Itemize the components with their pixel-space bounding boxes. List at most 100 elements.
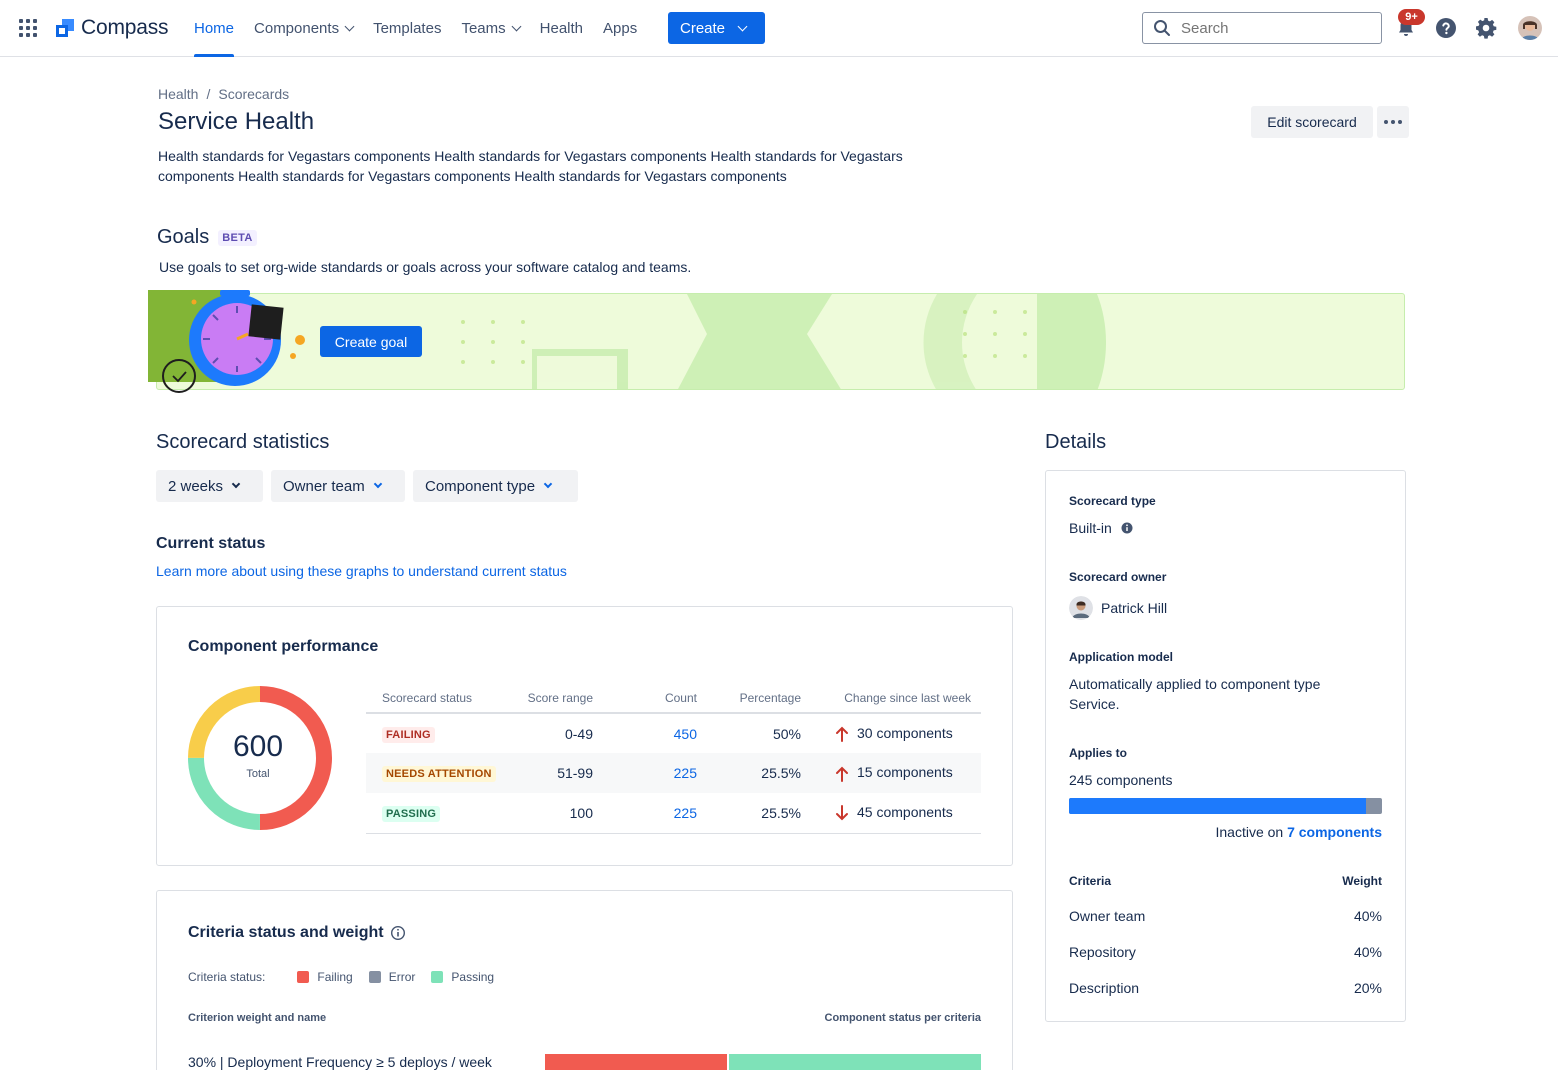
goals-heading: Goals BETA — [157, 226, 257, 249]
scorecard-owner-value[interactable]: Patrick Hill — [1069, 596, 1167, 620]
weight-column-header: Weight — [1342, 874, 1382, 888]
more-icon — [1384, 120, 1388, 124]
nav-components[interactable]: Components — [244, 0, 363, 57]
criteria-name: Description — [1069, 980, 1140, 996]
column-header[interactable]: Score range — [502, 684, 593, 714]
nav-templates-label: Templates — [373, 20, 442, 37]
count-link[interactable]: 450 — [674, 726, 697, 742]
criterion-weight-header: Criterion weight and name — [188, 1012, 327, 1024]
page-title: Service Health — [158, 108, 315, 135]
stopwatch-illustration — [148, 290, 305, 393]
legend-item-failing: Failing — [297, 970, 353, 984]
nav-apps-label: Apps — [603, 20, 638, 37]
criterion-row-label: 30% | Deployment Frequency ≥ 5 deploys /… — [188, 1054, 492, 1070]
score-range: 51-99 — [502, 753, 593, 793]
goals-description: Use goals to set org-wide standards or g… — [159, 259, 692, 275]
change-value: 15 components — [857, 764, 953, 781]
breadcrumb-health[interactable]: Health — [158, 86, 198, 102]
compass-logo[interactable]: Compass — [56, 15, 168, 41]
settings-icon[interactable] — [1474, 16, 1498, 40]
notification-badge: 9+ — [1398, 9, 1425, 25]
app-switcher-icon[interactable] — [18, 18, 38, 38]
primary-nav: Home Components Templates Teams Health A… — [184, 0, 647, 57]
performance-table: Scorecard status Score range Count Perce… — [366, 684, 981, 834]
search-icon — [1154, 20, 1170, 36]
info-icon[interactable] — [390, 925, 406, 941]
create-goal-button[interactable]: Create goal — [320, 326, 422, 357]
criteria-status-title: Criteria status and weight — [188, 924, 384, 941]
filter-owner-team[interactable]: Owner team — [271, 470, 405, 502]
goals-title: Goals — [157, 226, 210, 248]
inactive-prefix: Inactive on — [1215, 824, 1284, 840]
criteria-name: Repository — [1069, 944, 1136, 960]
count-link[interactable]: 225 — [674, 805, 697, 821]
table-row: PASSING 100 225 25.5% 45 components — [366, 793, 981, 834]
edit-scorecard-button[interactable]: Edit scorecard — [1251, 106, 1373, 138]
statistics-heading: Scorecard statistics — [156, 431, 330, 453]
nav-health[interactable]: Health — [530, 0, 593, 57]
criteria-row: Owner team 40% — [1069, 908, 1382, 924]
breadcrumb-scorecards[interactable]: Scorecards — [218, 86, 289, 102]
criteria-weight: 20% — [1353, 980, 1382, 996]
create-button[interactable]: Create — [668, 12, 765, 44]
legend-swatch — [297, 971, 310, 983]
legend-item-label: Failing — [317, 970, 353, 984]
info-icon[interactable] — [1121, 522, 1133, 534]
criteria-status-heading: Criteria status and weight — [188, 924, 406, 942]
percentage: 50% — [772, 725, 801, 742]
scorecard-type-value: Built-in — [1069, 518, 1133, 538]
legend-swatch — [431, 971, 444, 983]
chevron-down-icon — [373, 479, 382, 489]
arrow-up-icon — [836, 726, 848, 743]
table-header-row: Scorecard status Score range Count Perce… — [366, 684, 981, 714]
column-header[interactable]: Scorecard status — [366, 684, 502, 714]
inactive-components-link[interactable]: 7 components — [1287, 824, 1382, 840]
criterion-status-bar[interactable] — [545, 1054, 981, 1070]
status-badge: FAILING — [382, 726, 435, 743]
filter-timeframe[interactable]: 2 weeks — [156, 470, 263, 502]
filter-component-type[interactable]: Component type — [413, 470, 578, 502]
nav-teams[interactable]: Teams — [451, 0, 529, 57]
details-heading: Details — [1045, 431, 1107, 453]
legend-item-label: Error — [388, 970, 416, 984]
criteria-name: Owner team — [1069, 908, 1146, 924]
breadcrumb: Health / Scorecards — [158, 86, 289, 102]
search-input[interactable] — [1142, 12, 1382, 44]
learn-more-link[interactable]: Learn more about using these graphs to u… — [156, 563, 567, 579]
criteria-weight: 40% — [1353, 944, 1382, 960]
inactive-summary: Inactive on 7 components — [1069, 824, 1382, 840]
nav-templates[interactable]: Templates — [363, 0, 451, 57]
criteria-row: Description 20% — [1069, 980, 1382, 996]
change-value: 30 components — [857, 724, 953, 741]
column-header[interactable]: Count — [593, 684, 697, 714]
breadcrumb-separator: / — [206, 86, 211, 102]
owner-avatar — [1069, 596, 1093, 620]
column-header[interactable]: Change since last week — [801, 684, 981, 714]
more-actions-button[interactable] — [1377, 106, 1409, 138]
criteria-header-row: Criteria Weight — [1069, 874, 1382, 888]
scorecard-type-text: Built-in — [1069, 520, 1112, 536]
nav-apps[interactable]: Apps — [593, 0, 647, 57]
scorecard-type-label: Scorecard type — [1069, 494, 1156, 508]
filter-owner-team-label: Owner team — [283, 477, 365, 495]
status-badge: PASSING — [382, 805, 441, 822]
nav-home-label: Home — [194, 20, 235, 37]
bar-segment-failing — [545, 1054, 728, 1070]
legend-label: Criteria status: — [188, 970, 266, 984]
nav-home[interactable]: Home — [184, 0, 244, 57]
help-icon[interactable] — [1434, 16, 1458, 40]
table-row: NEEDS ATTENTION 51-99 225 25.5% 15 compo… — [366, 753, 981, 793]
criteria-legend: Criteria status: Failing Error Passing — [188, 970, 494, 984]
applies-to-label: Applies to — [1069, 746, 1128, 760]
beta-badge: BETA — [218, 229, 257, 246]
criteria-weight: 40% — [1353, 908, 1382, 924]
top-navigation: Compass Home Components Templates Teams … — [0, 0, 1558, 57]
chevron-down-icon — [344, 21, 355, 32]
donut-total-value: 600 — [232, 730, 284, 763]
product-name: Compass — [81, 16, 169, 39]
legend-item-error: Error — [368, 970, 416, 984]
count-link[interactable]: 225 — [674, 765, 697, 781]
score-range: 100 — [502, 793, 593, 834]
column-header[interactable]: Percentage — [697, 684, 801, 714]
avatar[interactable] — [1518, 16, 1542, 40]
